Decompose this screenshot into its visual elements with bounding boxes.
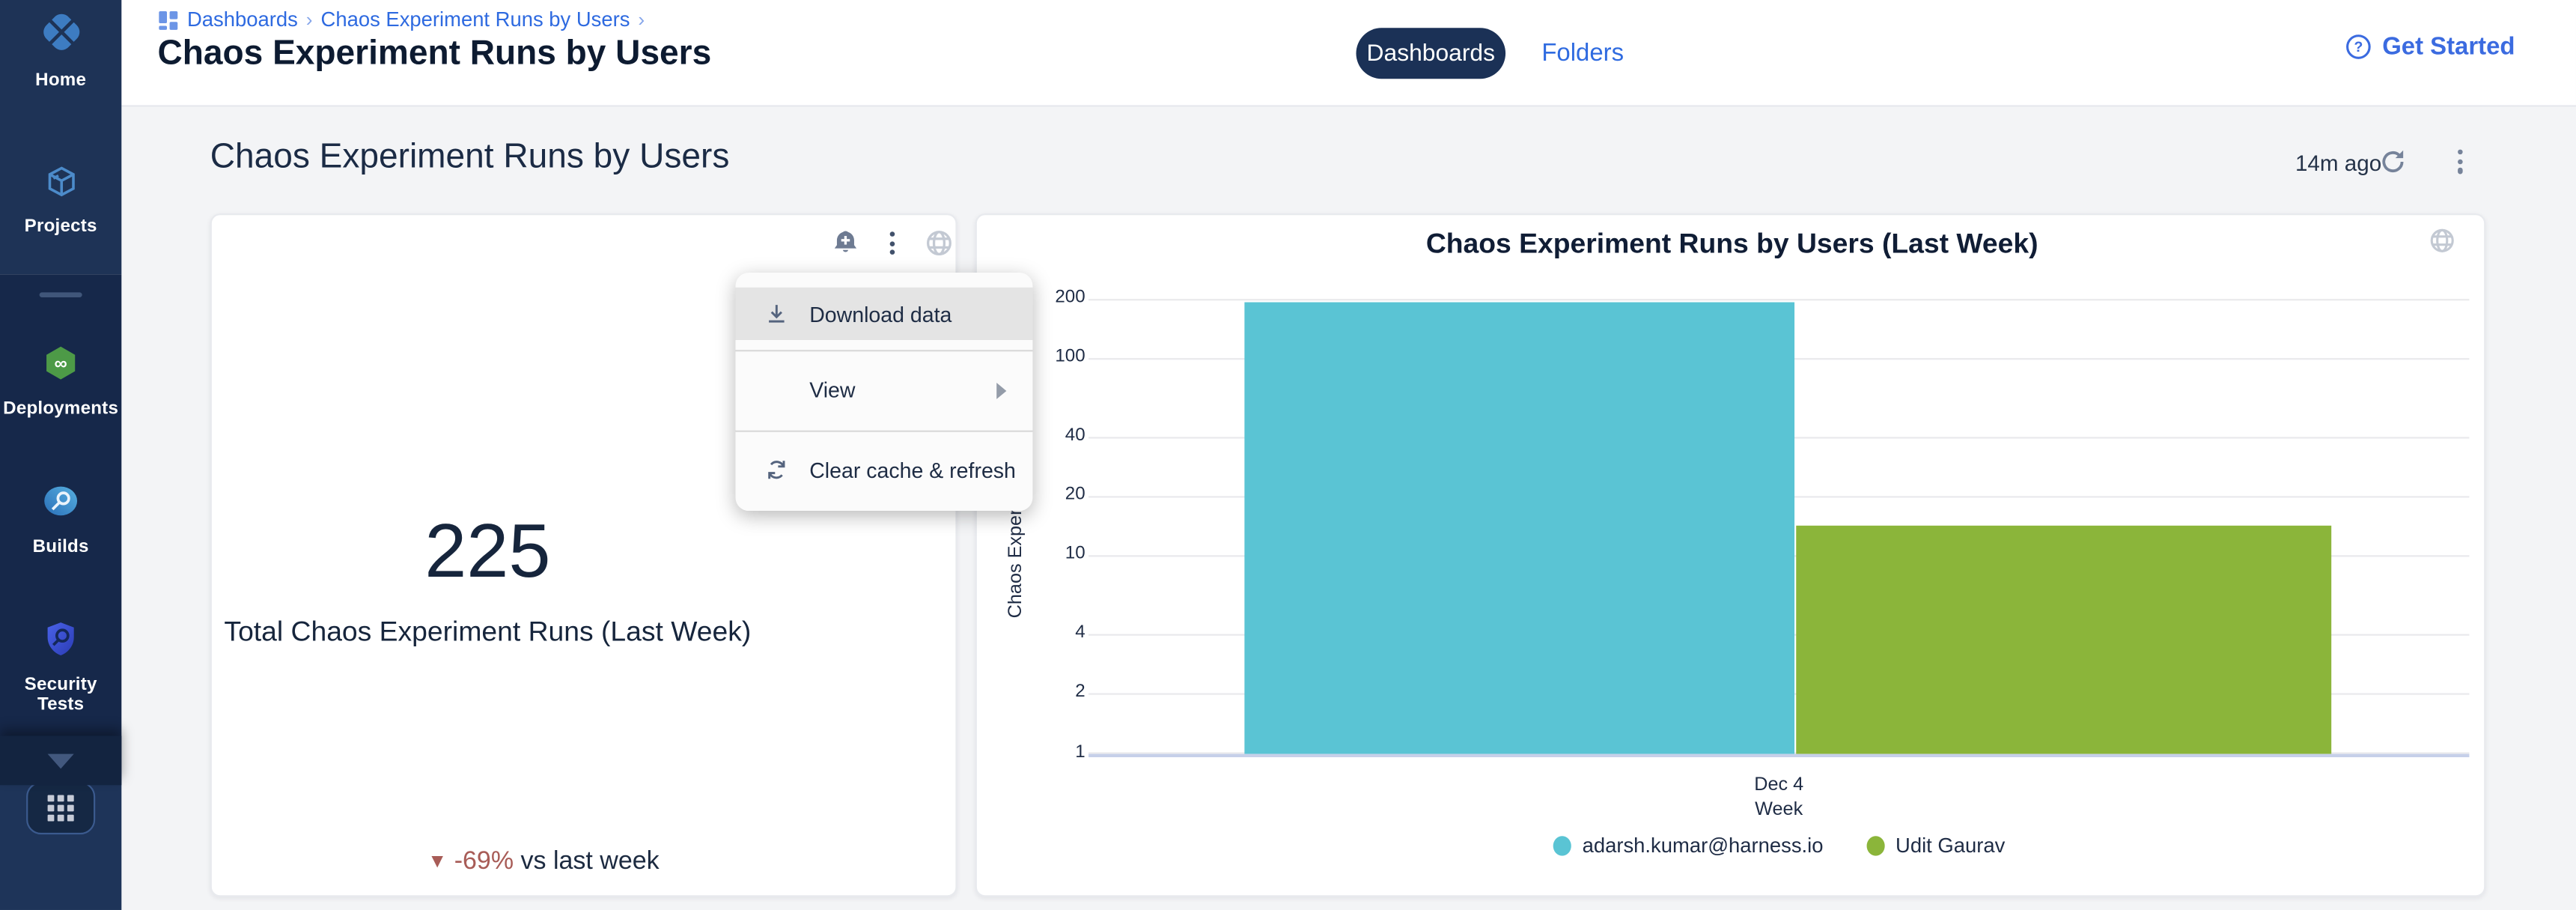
sidebar-item-label: Builds [0,537,121,556]
tile-context-menu: Download data View Clear cache & refresh [736,273,1033,511]
breadcrumb-link-dashboards[interactable]: Dashboards [187,8,298,31]
page-title: Chaos Experiment Runs by Users [158,34,712,74]
bar-series-1[interactable] [1796,527,2331,754]
sidebar-collapse-panel[interactable] [0,736,121,786]
chart-plot-area [1088,279,2469,757]
sidebar-item-projects[interactable]: Projects [0,163,121,237]
top-header: Dashboards › Chaos Experiment Runs by Us… [121,0,2576,107]
delta-down-icon: ▼ [427,849,447,873]
build-magnifier-icon [41,482,81,521]
menu-item-label: Clear cache & refresh [809,458,1016,482]
alert-bell-icon[interactable] [831,228,860,258]
get-started-label: Get Started [2382,33,2515,61]
cycle-icon [764,457,790,483]
get-started-button[interactable]: ? Get Started [2345,33,2515,61]
tab-folders[interactable]: Folders [1541,28,1624,79]
sidebar-item-home[interactable]: Home [0,10,121,90]
y-tick-label: 2 [1005,682,1085,702]
help-circle-icon: ? [2345,33,2372,61]
breadcrumb-separator: › [306,8,313,31]
x-tick-label: Dec 4 [1088,775,2469,795]
bar-series-0[interactable] [1244,303,1794,753]
menu-item-label: View [809,377,855,402]
breadcrumb: Dashboards › Chaos Experiment Runs by Us… [158,8,645,31]
globe-icon[interactable] [925,228,954,258]
x-axis-line [1088,754,2469,757]
gridline [1088,298,2469,300]
menu-item-clear-cache-refresh[interactable]: Clear cache & refresh [736,431,1033,509]
app-root: Home Projects ∞ Deployments Builds Secur… [0,0,2576,910]
sidebar: Home Projects ∞ Deployments Builds Secur… [0,0,121,910]
legend-dot [1866,836,1884,855]
stat-label: Total Chaos Experiment Runs (Last Week) [212,616,764,649]
refresh-button[interactable] [2378,146,2409,178]
dashboards-grid-icon [158,9,180,31]
breadcrumb-separator: › [638,8,645,31]
chevron-down-icon [48,753,74,768]
legend-dot [1553,836,1571,855]
harness-logo-icon [39,10,83,54]
chart-legend: adarsh.kumar@harness.io Udit Gaurav [1088,834,2469,858]
menu-item-label: Download data [809,301,951,326]
stat-tile-toolbar [831,228,954,258]
y-tick-label: 10 [1005,545,1085,564]
dashboard-kebab-menu-button[interactable] [2451,148,2470,175]
sidebar-item-label: Projects [0,216,121,236]
tile-kebab-menu-button[interactable] [882,229,904,258]
submenu-arrow-icon [996,382,1006,398]
sidebar-item-label: Security Tests [0,675,121,715]
x-axis-title: Week [1088,800,2469,819]
legend-label: Udit Gaurav [1896,834,2005,858]
breadcrumb-link-current[interactable]: Chaos Experiment Runs by Users [321,8,630,31]
cube-icon [42,163,79,200]
tab-dashboards[interactable]: Dashboards [1356,28,1506,79]
sidebar-item-security-tests[interactable]: Security Tests [0,619,121,715]
grid-icon [48,795,74,821]
stat-block: 225 Total Chaos Experiment Runs (Last We… [212,512,764,649]
stat-delta: ▼ -69% vs last week [212,848,875,877]
sidebar-item-builds[interactable]: Builds [0,482,121,557]
module-grid-button[interactable] [26,782,95,834]
shield-magnifier-icon [41,619,81,659]
menu-item-download-data[interactable]: Download data [736,288,1033,340]
delta-suffix: vs last week [521,848,660,876]
download-icon [764,300,790,327]
y-tick-label: 4 [1005,623,1085,643]
sidebar-item-deployments[interactable]: ∞ Deployments [0,343,121,419]
sidebar-item-label: Home [0,70,121,90]
sidebar-drag-handle[interactable] [40,292,82,297]
y-tick-label: 1 [1005,741,1085,761]
dashboard-heading: Chaos Experiment Runs by Users [210,138,730,178]
legend-item[interactable]: adarsh.kumar@harness.io [1553,834,1823,858]
chart-tile: Chaos Experiment Runs by Users (Last Wee… [975,213,2486,897]
refresh-icon [2378,146,2409,178]
legend-label: adarsh.kumar@harness.io [1583,834,1824,858]
chart-title: Chaos Experiment Runs by Users (Last Wee… [977,228,2488,261]
legend-item[interactable]: Udit Gaurav [1866,834,2006,858]
menu-item-view[interactable]: View [736,351,1033,428]
last-refreshed-label: 14m ago [2295,151,2381,176]
stat-value: 225 [212,512,764,588]
globe-icon[interactable] [2429,227,2456,263]
infinity-hexagon-icon: ∞ [41,343,81,383]
svg-text:∞: ∞ [55,354,67,374]
delta-value: -69% [454,848,514,876]
sidebar-item-label: Deployments [0,399,121,419]
svg-text:?: ? [2354,39,2363,55]
